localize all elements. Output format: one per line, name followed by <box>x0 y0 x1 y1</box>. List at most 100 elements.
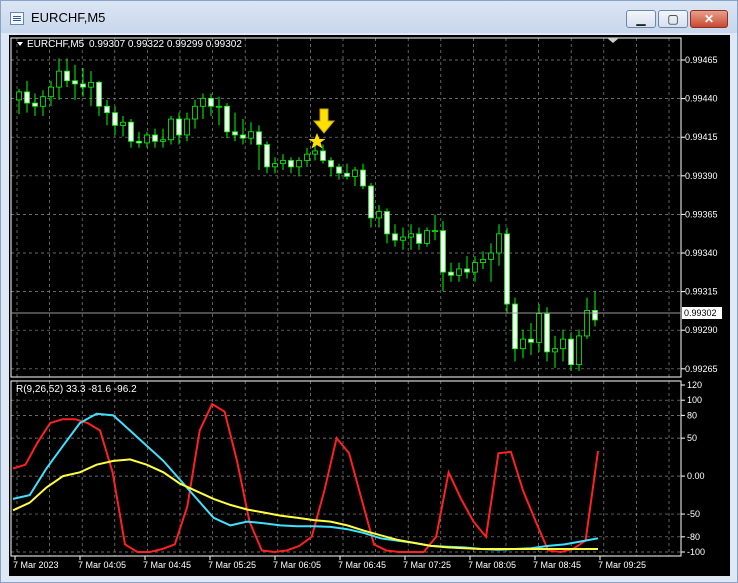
candle-body <box>24 91 30 104</box>
time-tick-label: 7 Mar 08:45 <box>533 560 581 570</box>
time-tick-label: 7 Mar 06:05 <box>273 560 321 570</box>
candle-body <box>488 252 494 260</box>
candle-body <box>112 112 118 126</box>
candle-body <box>320 150 326 161</box>
chart-window: EURCHF,M5 ▁ ▢ ✕ EURCHF,M5 0.99307 0.9932… <box>0 0 738 583</box>
indicator-tick-label: -100 <box>687 547 705 557</box>
candle-body <box>104 105 110 114</box>
candle-body <box>560 338 566 350</box>
candle-body <box>416 233 422 244</box>
candle-body <box>552 348 558 353</box>
candle-body <box>496 233 502 254</box>
candle-body <box>480 258 486 263</box>
maximize-button[interactable]: ▢ <box>658 10 688 28</box>
candle-body <box>304 153 310 161</box>
indicator-tick-label: -80 <box>687 532 700 542</box>
candle-body <box>64 70 70 82</box>
candle-body <box>200 97 206 107</box>
indicator-tick-label: 0.00 <box>687 471 705 481</box>
candle-body <box>176 118 182 136</box>
chart-shift-marker[interactable] <box>607 38 619 43</box>
candle-body <box>400 236 406 241</box>
candle-body <box>368 185 374 219</box>
close-button[interactable]: ✕ <box>690 10 728 28</box>
candle-body <box>448 271 454 276</box>
time-tick-label: 7 Mar 08:05 <box>468 560 516 570</box>
indicator-tick-label: 50 <box>687 433 697 443</box>
price-tick-label: 0.99315 <box>685 287 718 297</box>
candle-body <box>168 118 174 141</box>
candle-body <box>208 97 214 107</box>
down-arrow-icon[interactable] <box>312 108 336 134</box>
minimize-button[interactable]: ▁ <box>626 10 656 28</box>
candle-body <box>144 134 150 144</box>
candle-body <box>360 169 366 187</box>
candle-body <box>328 160 334 168</box>
candle-body <box>264 144 270 168</box>
candle-body <box>352 169 358 177</box>
candle-body <box>528 338 534 343</box>
candle-body <box>336 166 342 174</box>
candle-body <box>536 313 542 343</box>
chart-window-icon <box>10 12 24 25</box>
candle-body <box>296 160 302 168</box>
main-panel-border <box>10 37 682 378</box>
indicator-series-line-0 <box>12 402 599 554</box>
indicator-tick-label: 120 <box>687 380 702 390</box>
candle-body <box>128 121 134 142</box>
indicator-tick-label: -50 <box>687 509 700 519</box>
candle-body <box>184 118 190 136</box>
candle-body <box>240 134 246 139</box>
title-bar[interactable]: EURCHF,M5 ▁ ▢ ✕ <box>1 1 737 33</box>
time-tick-label: 7 Mar 06:45 <box>338 560 386 570</box>
candle-body <box>376 211 382 219</box>
candle-body <box>120 121 126 126</box>
main-grid <box>11 38 681 377</box>
candle-body <box>160 139 166 142</box>
candle-body <box>520 338 526 350</box>
price-tick-label: 0.99265 <box>685 364 718 374</box>
candle-body <box>576 335 582 366</box>
candle-body <box>248 131 254 139</box>
time-tick-label: 7 Mar 04:05 <box>78 560 126 570</box>
indicator-header: R(9,26,52) 33.3 -81.6 -96.2 <box>16 384 137 395</box>
candle-body <box>568 338 574 366</box>
chart-area[interactable]: EURCHF,M5 0.99307 0.99322 0.99299 0.9930… <box>9 35 730 576</box>
current-price-label: 0.99302 <box>684 308 717 318</box>
candle-body <box>464 268 470 273</box>
price-tick-label: 0.99365 <box>685 209 718 219</box>
candle-body <box>152 134 158 142</box>
candle-body <box>40 96 46 107</box>
candle-body <box>408 233 414 238</box>
price-tick-label: 0.99290 <box>685 325 718 335</box>
candle-body <box>392 233 398 241</box>
ohlc-values: 0.99307 0.99322 0.99299 0.99302 <box>89 39 242 50</box>
symbol-dropdown-icon[interactable] <box>17 42 23 46</box>
price-tick-label: 0.99415 <box>685 132 718 142</box>
candle-body <box>192 105 198 120</box>
candle-body <box>544 313 550 353</box>
candle-body <box>96 81 102 107</box>
candle-body <box>48 86 54 98</box>
candle-body <box>80 83 86 88</box>
candle-body <box>472 262 478 273</box>
time-tick-label: 7 Mar 09:25 <box>598 560 646 570</box>
candle-body <box>424 230 430 244</box>
candle-body <box>512 303 518 350</box>
candle-body <box>280 160 286 165</box>
symbol-header: EURCHF,M5 <box>27 39 85 50</box>
candle-body <box>440 230 446 273</box>
candle-body <box>224 105 230 133</box>
time-tick-label: 7 Mar 04:45 <box>143 560 191 570</box>
candle-body <box>216 105 222 108</box>
candle-body <box>72 80 78 85</box>
price-chart-svg[interactable]: EURCHF,M5 0.99307 0.99322 0.99299 0.9930… <box>9 35 730 576</box>
indicator-tick-label: 100 <box>687 395 702 405</box>
price-tick-label: 0.99340 <box>685 248 718 258</box>
price-axis: 0.99465 0.99440 0.99415 0.99390 0.99365 0.993… <box>681 55 718 374</box>
candle-body <box>256 131 262 145</box>
indicator-tick-label: 80 <box>687 410 697 420</box>
candle-body <box>32 102 38 107</box>
price-tick-label: 0.99465 <box>685 55 718 65</box>
candle-body <box>344 172 350 177</box>
